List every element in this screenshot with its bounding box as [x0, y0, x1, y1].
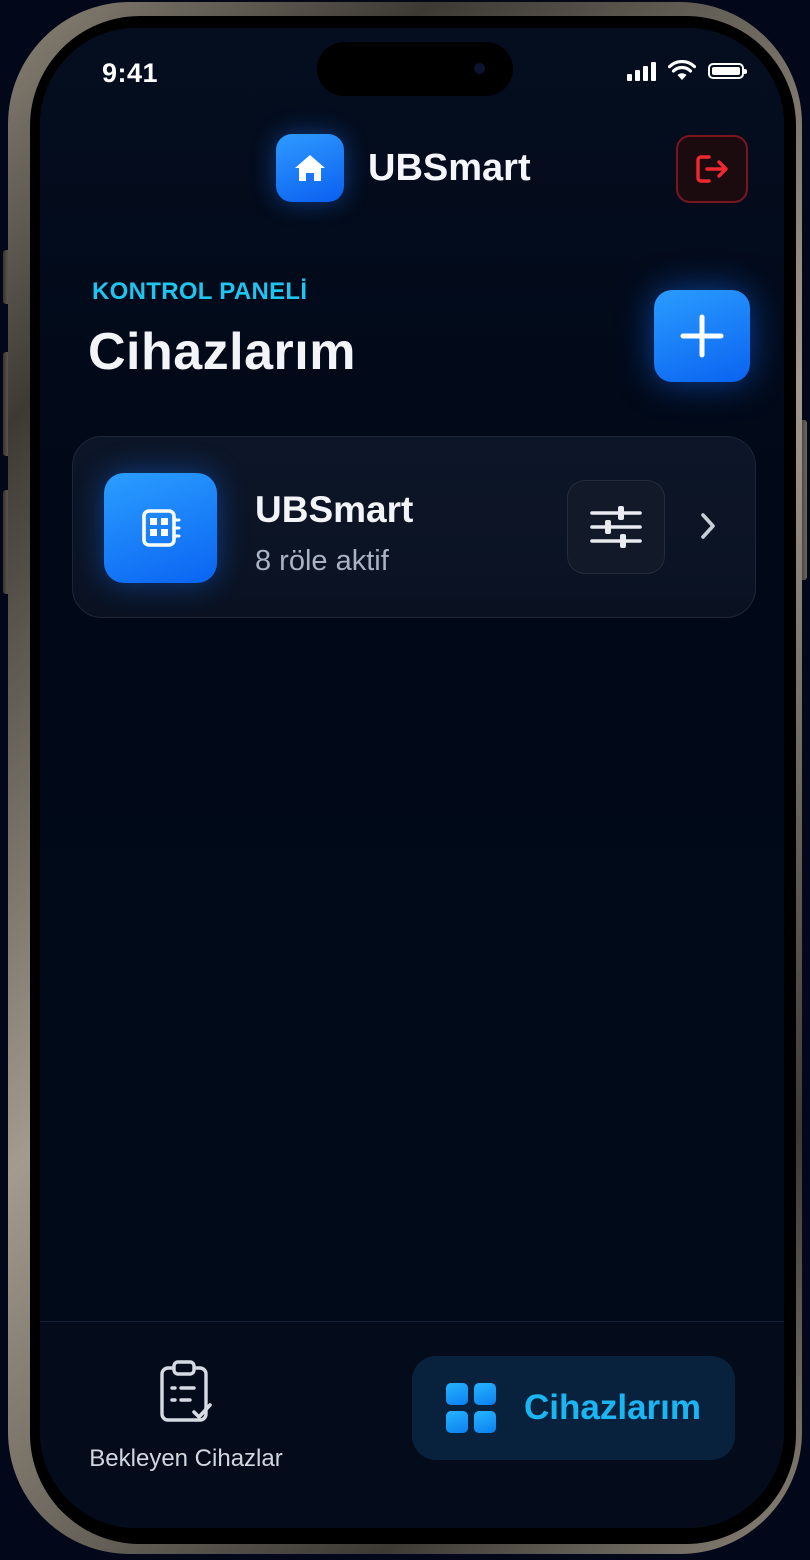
tab-my-devices[interactable]: Cihazlarım	[412, 1356, 735, 1460]
chevron-right-icon[interactable]	[699, 511, 717, 541]
relay-board-icon	[104, 473, 217, 583]
device-settings-button[interactable]	[567, 480, 665, 574]
cellular-signal-icon	[627, 61, 656, 81]
app-screen: 9:41 UBSmart KONTROL PANELİ Cihazlarım U…	[40, 28, 784, 1528]
logout-button[interactable]	[676, 135, 748, 203]
wifi-icon	[668, 60, 696, 80]
app-title: UBSmart	[368, 146, 531, 189]
add-device-button[interactable]	[654, 290, 750, 382]
device-status: 8 röle aktif	[255, 545, 389, 577]
home-icon	[276, 134, 344, 202]
clipboard-check-icon	[160, 1360, 212, 1422]
tab-pending-label: Bekleyen Cihazlar	[89, 1445, 283, 1472]
dynamic-island	[317, 42, 513, 96]
app-header: UBSmart	[276, 134, 531, 202]
tab-pending-devices[interactable]: Bekleyen Cihazlar	[80, 1358, 292, 1473]
grid-icon	[446, 1383, 496, 1433]
status-time: 9:41	[102, 58, 159, 88]
sliders-icon	[590, 506, 642, 548]
status-icons	[627, 60, 747, 81]
device-name: UBSmart	[255, 489, 414, 530]
tab-my-devices-label: Cihazlarım	[524, 1388, 701, 1427]
section-kicker: KONTROL PANELİ	[92, 278, 308, 305]
battery-icon	[708, 62, 747, 79]
page-title: Cihazlarım	[88, 323, 356, 381]
device-card[interactable]: UBSmart 8 röle aktif	[72, 436, 756, 618]
logout-icon	[696, 155, 728, 183]
plus-icon	[680, 314, 724, 358]
bottom-tab-bar: Bekleyen Cihazlar Cihazlarım	[40, 1321, 784, 1528]
